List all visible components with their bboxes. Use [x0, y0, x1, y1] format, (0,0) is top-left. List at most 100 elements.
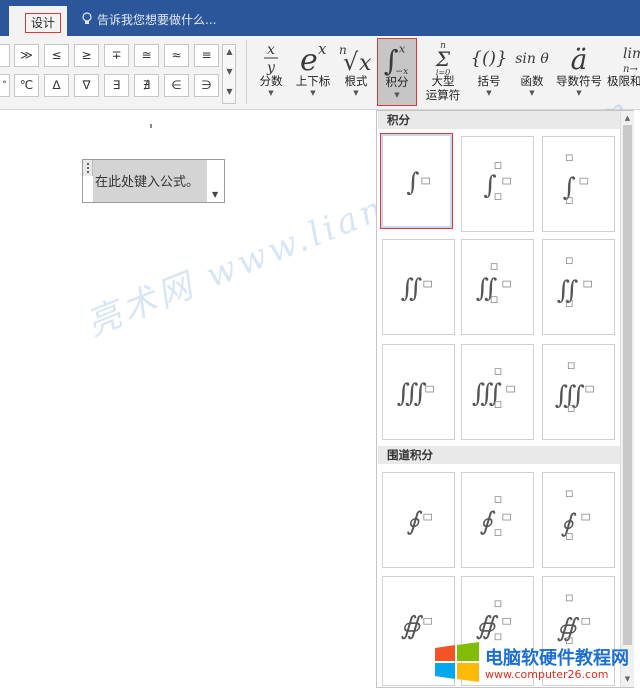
svg-text:x: x	[359, 51, 372, 76]
contour-integral-template-stacked-limits[interactable]: ∮	[542, 472, 615, 568]
fraction-button[interactable]: x y 分数 ▼	[254, 36, 288, 110]
tab-design[interactable]: 设计	[9, 6, 67, 36]
script-label: 上下标	[295, 74, 331, 88]
chevron-up-icon[interactable]: ▲	[225, 45, 234, 59]
svg-text:x: x	[318, 40, 327, 58]
text-cursor	[150, 124, 152, 128]
svg-text:{()}: {()}	[471, 48, 508, 69]
site-logo: 电脑软硬件教程网 www.computer26.com	[433, 636, 635, 688]
triple-integral-template-basic[interactable]: ∭	[382, 344, 455, 440]
tell-me-box[interactable]: 告诉我您想要做什么...	[82, 11, 216, 27]
accent-button[interactable]: ä 导数符号 ▼	[553, 36, 605, 110]
integral-button[interactable]: ∫ x −x 积分 ▼	[377, 38, 417, 106]
symbol-exists[interactable]: ∃	[104, 74, 129, 97]
tab-design-label[interactable]: 设计	[25, 13, 61, 33]
logo-title: 电脑软硬件教程网	[485, 648, 629, 669]
chevron-down-icon[interactable]: ▼	[212, 190, 218, 199]
limit-log-button[interactable]: lim n→ 极限和	[606, 36, 640, 110]
svg-text:x: x	[267, 42, 275, 58]
svg-text:ä: ä	[571, 43, 588, 76]
double-integral-template-stacked-limits[interactable]: ∬	[542, 239, 615, 335]
integral-icon: ∫	[406, 168, 431, 197]
svg-text:∮: ∮	[406, 507, 422, 536]
svg-text:∭: ∭	[472, 379, 502, 408]
svg-text:√: √	[343, 48, 359, 76]
section-header-integrals: 积分	[378, 111, 620, 129]
svg-text:lim: lim	[623, 46, 640, 62]
triple-integral-icon: ∭	[472, 368, 515, 408]
symbol-nabla[interactable]: ∇	[74, 74, 99, 97]
equation-drag-handle[interactable]	[83, 160, 93, 176]
svg-text:sin θ: sin θ	[515, 51, 549, 67]
chevron-down-icon: ▼	[394, 91, 400, 99]
svg-text:∫: ∫	[483, 171, 496, 200]
more-icon[interactable]: ▼	[225, 85, 234, 99]
function-button[interactable]: sin θ 函数 ▼	[512, 36, 552, 110]
limit-log-label: 极限和	[607, 74, 640, 88]
equation-options-button[interactable]: ▼	[208, 160, 224, 202]
symbol-contains[interactable]: ∋	[194, 74, 219, 97]
double-integral-icon: ∬	[476, 263, 512, 303]
tell-me-placeholder: 告诉我您想要做什么...	[97, 12, 217, 27]
equation-input[interactable]: 在此处键入公式。	[93, 160, 207, 202]
accent-label: 导数符号	[556, 74, 602, 88]
symbol-increment[interactable]: ∆	[44, 74, 69, 97]
symbol-minus-plus[interactable]: ∓	[104, 44, 129, 67]
symbol-partial[interactable]	[0, 44, 10, 67]
integral-template-lower-limit[interactable]: ∫	[461, 136, 534, 232]
triple-integral-template-stacked-limits[interactable]: ∭	[542, 344, 615, 440]
symbol-less-equal[interactable]: ≤	[44, 44, 69, 67]
symbol-degree-partial[interactable]: °	[0, 74, 10, 97]
symbol-gallery-scroll[interactable]: ▲ ▼ ▼	[222, 44, 236, 104]
symbol-much-greater[interactable]: ≫	[14, 44, 39, 67]
contour-integral-template-lower-limit[interactable]: ∮	[461, 472, 534, 568]
bracket-button[interactable]: {()} 括号 ▼	[469, 36, 509, 110]
svg-text:∭: ∭	[397, 379, 427, 408]
radical-button[interactable]: n √ x 根式 ▼	[337, 36, 375, 110]
svg-text:∬: ∬	[476, 274, 498, 303]
svg-text:x: x	[399, 41, 406, 55]
ribbon-tab-bar: 设计 告诉我您想要做什么...	[0, 0, 640, 36]
integral-icon: ∫ x −x	[384, 41, 409, 77]
chevron-down-icon: ▼	[529, 89, 535, 97]
logo-url: www.computer26.com	[485, 668, 609, 681]
integral-template-stacked-limits[interactable]: ∫	[542, 136, 615, 232]
double-integral-template-basic[interactable]: ∬	[382, 239, 455, 335]
chevron-down-icon: ▼	[353, 89, 359, 97]
triple-integral-template-lower-limit[interactable]: ∭	[461, 344, 534, 440]
contour-integral-icon: ∮	[480, 496, 512, 536]
function-label: 函数	[520, 74, 544, 88]
equation-ribbon: ≫ ≤ ≥ ∓ ≅ ≈ ≡ ° ℃ ∆ ∇ ∃ ∄ ∈ ∋ ▲ ▼ ▼ x y …	[0, 36, 640, 110]
double-integral-icon: ∬	[401, 274, 433, 303]
sine-icon: sin θ	[515, 51, 549, 67]
chevron-down-icon: ▼	[268, 89, 274, 97]
integral-template-basic[interactable]: ∫	[380, 133, 453, 229]
symbol-celsius[interactable]: ℃	[14, 74, 39, 97]
svg-text:∮: ∮	[480, 507, 496, 536]
script-button[interactable]: e x 上下标 ▼	[292, 36, 334, 110]
symbol-approx[interactable]: ≈	[164, 44, 189, 67]
symbol-identical[interactable]: ≡	[194, 44, 219, 67]
triple-integral-icon: ∭	[555, 362, 594, 412]
chevron-up-icon[interactable]: ▲	[623, 112, 632, 124]
symbol-not-exists[interactable]: ∄	[134, 74, 159, 97]
symbol-element-of[interactable]: ∈	[164, 74, 189, 97]
chevron-down-icon[interactable]: ▼	[225, 65, 234, 79]
radical-label: 根式	[344, 74, 368, 88]
summation-icon: n Σ i=0	[435, 41, 451, 76]
equation-placeholder-box[interactable]: 在此处键入公式。 ▼	[82, 159, 225, 203]
symbol-congruent[interactable]: ≅	[134, 44, 159, 67]
integral-gallery-panel: 积分 ∫ ∫ ∫ ∬ ∬ ∬ ∭ ∭ ∭ 围道积分 ∮ ∮ ∮ ∯ ∯ ∯ ▲ …	[376, 110, 634, 688]
windows-logo-icon	[435, 642, 479, 682]
symbol-greater-equal[interactable]: ≥	[74, 44, 99, 67]
scrollbar-thumb[interactable]	[623, 125, 632, 645]
large-operator-label-2: 运算符	[425, 88, 461, 102]
contour-integral-template-basic[interactable]: ∮	[382, 472, 455, 568]
double-integral-template-lower-limit[interactable]: ∬	[461, 239, 534, 335]
gallery-scrollbar[interactable]: ▲ ▼	[620, 111, 634, 687]
contour-integral-icon: ∮	[406, 507, 433, 536]
chevron-down-icon: ▼	[576, 89, 582, 97]
svg-text:∯: ∯	[401, 611, 424, 640]
chevron-down-icon: ▼	[310, 89, 316, 97]
large-operator-button[interactable]: n Σ i=0 大型 运算符	[420, 36, 466, 110]
